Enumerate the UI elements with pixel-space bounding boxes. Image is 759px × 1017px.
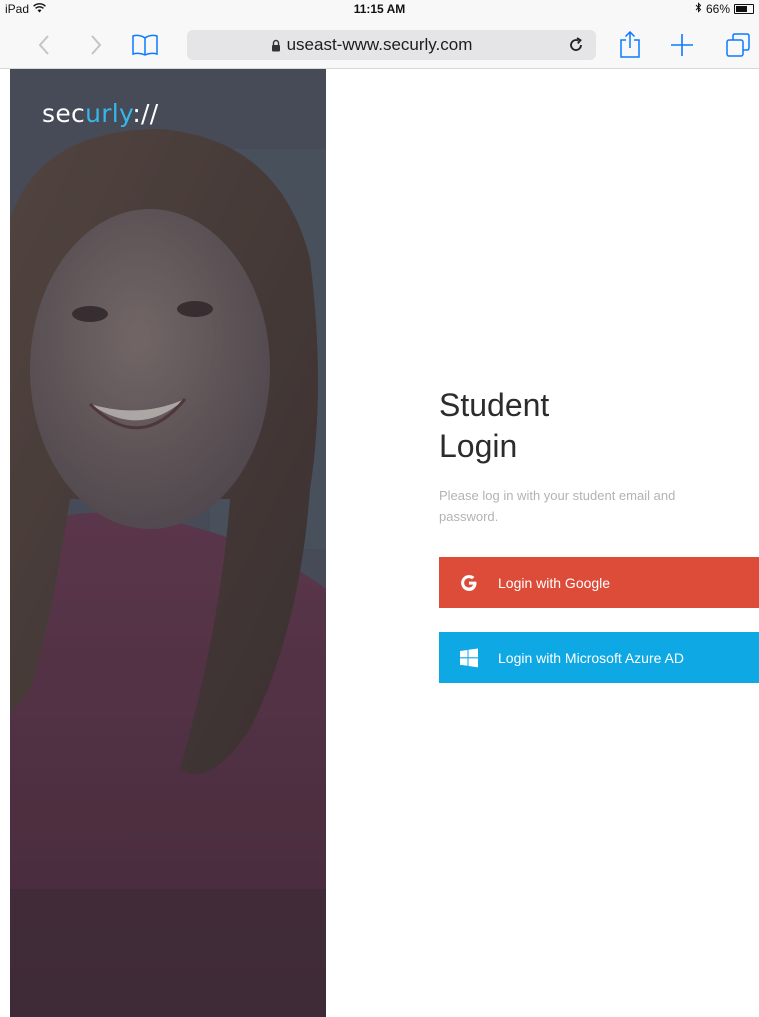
lock-icon [271,39,280,51]
address-bar[interactable]: useast-www.securly.com [187,30,596,60]
battery-fill [736,6,747,12]
google-g-icon [439,557,498,608]
forward-button[interactable] [86,30,106,60]
logo-accent: urly [85,99,133,128]
chevron-left-icon [38,35,49,55]
new-tab-button[interactable] [669,30,695,60]
status-right: 66% [695,2,754,16]
windows-logo-icon [439,632,498,683]
tabs-button[interactable] [723,30,753,60]
login-with-google-button[interactable]: Login with Google [439,557,759,608]
book-icon [132,34,158,56]
chevron-right-icon [91,35,102,55]
azure-button-label: Login with Microsoft Azure AD [498,649,684,666]
heading-line-1: Student [439,387,550,423]
reload-icon [570,37,582,51]
reload-button[interactable] [566,35,586,55]
heading-line-2: Login [439,428,518,464]
back-button[interactable] [34,30,54,60]
bluetooth-icon [695,2,702,16]
hero-image: securly:// [10,69,326,1017]
battery-icon [734,4,754,14]
login-heading: Student Login [439,385,739,467]
google-button-label: Login with Google [498,574,611,591]
browser-toolbar: useast-www.securly.com [0,22,759,69]
plus-icon [671,34,693,56]
share-button[interactable] [617,30,643,60]
url-text: useast-www.securly.com [286,35,473,54]
login-instructions: Please log in with your student email an… [439,488,676,524]
login-with-azure-ad-button[interactable]: Login with Microsoft Azure AD [439,632,759,683]
logo-main: sec [42,99,86,128]
battery-percent: 66% [705,2,730,16]
address-text: useast-www.securly.com [187,30,556,60]
logo-suffix: :// [132,99,159,128]
tabs-icon [726,33,750,57]
status-bar: iPad 11:15 AM 66% [0,0,759,22]
securly-logo: securly:// [42,99,158,128]
hero-photo-illustration [10,69,326,1017]
share-icon [620,31,640,58]
bookmarks-button[interactable] [130,30,160,60]
status-time: 11:15 AM [353,2,406,16]
